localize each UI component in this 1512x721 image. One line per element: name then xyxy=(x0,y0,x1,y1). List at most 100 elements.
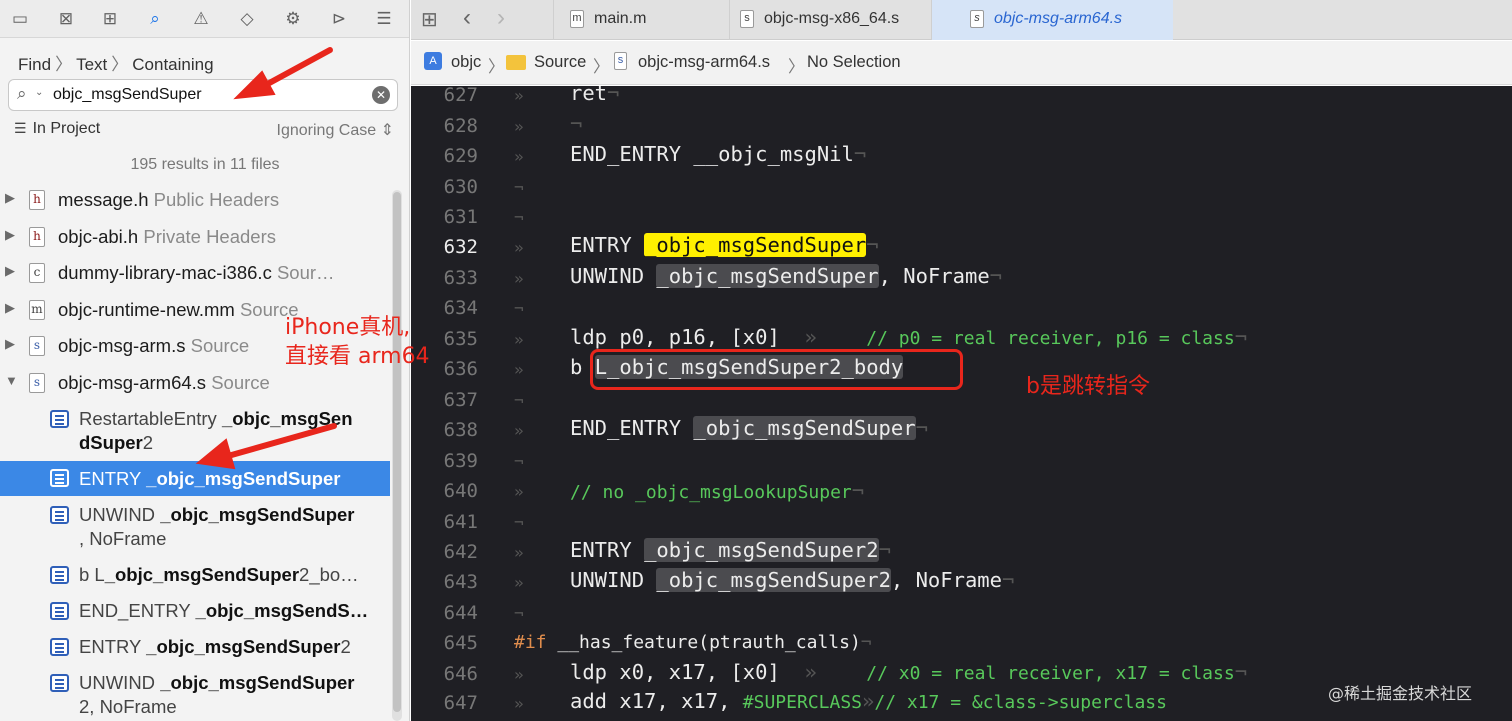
tab-label: objc-msg-x86_64.s xyxy=(764,10,900,27)
issue-icon[interactable]: ⚠ xyxy=(187,5,215,33)
scrollbar-thumb[interactable] xyxy=(393,192,401,712)
watermark: @稀土掘金技术社区 xyxy=(1328,684,1473,703)
code-line: add x17, x17, #SUPERCLASS»// x17 = &clas… xyxy=(570,689,1167,713)
line-number: 641 xyxy=(443,511,478,533)
newline-marker: ¬ xyxy=(607,86,620,105)
search-icon[interactable]: ⌕ xyxy=(17,84,27,104)
debug-icon[interactable]: ⚙ xyxy=(279,5,307,33)
line-number: 643 xyxy=(443,571,478,593)
back-icon[interactable]: ‹ xyxy=(463,4,471,32)
tab-main-m[interactable]: m main.m xyxy=(553,0,729,40)
match-row[interactable]: b L_objc_msgSendSuper2_bo… xyxy=(0,557,390,593)
report-icon[interactable]: ☰ xyxy=(370,5,398,33)
code-line: END_ENTRY _objc_msgSendSuper¬ xyxy=(570,416,928,440)
find-icon[interactable]: ⌕ xyxy=(141,5,169,33)
tab-objc-msg-x86-64[interactable]: s objc-msg-x86_64.s xyxy=(729,0,931,40)
disclosure-triangle-icon[interactable]: ▶ xyxy=(5,300,15,316)
results-summary: 195 results in 11 files xyxy=(130,156,280,173)
jumpbar-selection[interactable]: No Selection xyxy=(807,53,901,72)
folder-icon[interactable]: ▭ xyxy=(6,5,34,33)
file-group: Private Headers xyxy=(143,225,277,247)
breakpoint-icon[interactable]: ⊳ xyxy=(325,5,353,33)
symbol-icon[interactable]: ⊞ xyxy=(96,5,124,33)
newline-marker: ¬ xyxy=(514,299,524,318)
code-preprocessor: #if xyxy=(514,632,547,653)
file-name: message.h xyxy=(58,189,149,210)
match-row[interactable]: END_ENTRY _objc_msgSendS… xyxy=(0,593,390,629)
file-name: objc-msg-arm.s xyxy=(58,335,186,356)
match-highlight: dSuper xyxy=(79,432,143,453)
code-line: ENTRY _objc_msgSendSuper¬ xyxy=(570,233,879,257)
line-number: 629 xyxy=(443,145,478,167)
newline-marker: ¬ xyxy=(866,233,879,257)
match-row[interactable]: UNWIND _objc_msgSendSuper 2, NoFrame xyxy=(0,665,390,719)
file-group: Source xyxy=(211,371,270,393)
find-mode-breadcrumb[interactable]: Find 〉 Text 〉 Containing xyxy=(18,50,214,75)
source-control-icon[interactable]: ⊠ xyxy=(52,5,80,33)
search-input[interactable] xyxy=(53,82,363,108)
match-highlight: _objc_msgSendS… xyxy=(195,600,369,621)
match-row[interactable]: ENTRY _objc_msgSendSuper2 xyxy=(0,629,390,665)
objc-file-icon: m xyxy=(570,10,584,28)
clear-icon[interactable]: ✕ xyxy=(372,86,390,104)
code-line: END_ENTRY __objc_msgNil¬ xyxy=(570,142,866,166)
disclosure-triangle-icon[interactable]: ▶ xyxy=(5,336,15,352)
match-highlight: _objc_msgSendSuper xyxy=(146,468,341,489)
scope-selector[interactable]: ☰ In Project xyxy=(14,120,100,138)
code-keyword: ENTRY xyxy=(570,538,645,562)
result-file-row[interactable]: ▶ c dummy-library-mac-i386.c Sour… xyxy=(0,255,390,292)
match-highlight: _objc_msgSendSuper xyxy=(160,504,355,525)
find-mode-containing[interactable]: Containing xyxy=(132,55,213,75)
newline-marker: ¬ xyxy=(1002,568,1015,592)
jumpbar-group[interactable]: Source xyxy=(534,53,586,72)
match-suffix: , NoFrame xyxy=(79,528,167,549)
code-comment: // x17 = &class->superclass xyxy=(874,692,1167,713)
asm-file-icon: s xyxy=(614,52,627,70)
annotation-b-jump: b是跳转指令 xyxy=(1026,374,1150,399)
result-file-row[interactable]: ▶ h message.h Public Headers xyxy=(0,182,390,219)
code-text: __has_feature(ptrauth_calls) xyxy=(546,632,861,653)
newline-marker: ¬ xyxy=(860,632,872,653)
tab-bar: ⊞ ‹ › m main.m s objc-msg-x86_64.s s obj… xyxy=(411,0,1512,40)
match-highlight: _objc_msgSendSuper xyxy=(146,636,341,657)
tab-objc-msg-arm64[interactable]: s objc-msg-arm64.s xyxy=(931,0,1173,40)
objc-file-icon: m xyxy=(29,299,45,320)
tab-marker: » xyxy=(514,482,524,501)
code-line: ldp x0, x17, [x0] » // x0 = real receive… xyxy=(570,660,1247,684)
chevron-right-icon: 〉 xyxy=(111,55,129,74)
line-number: 644 xyxy=(443,602,478,624)
disclosure-triangle-icon[interactable]: ▶ xyxy=(5,263,15,279)
match-row[interactable]: RestartableEntry _objc_msgSen dSuper2 xyxy=(0,401,390,461)
result-file-row[interactable]: ▶ h objc-abi.h Private Headers xyxy=(0,219,390,256)
match-suffix: 2, NoFrame xyxy=(79,696,177,717)
source-editor[interactable]: 627 628 629 630 631 632 633 634 635 636 … xyxy=(411,86,1512,721)
related-items-icon[interactable]: ⊞ xyxy=(421,7,438,32)
forward-icon[interactable]: › xyxy=(497,4,505,32)
disclosure-triangle-icon[interactable]: ▶ xyxy=(5,227,15,243)
annotation-red-box xyxy=(590,349,963,390)
disclosure-triangle-icon[interactable]: ▶ xyxy=(5,190,15,206)
jumpbar-project[interactable]: objc xyxy=(451,53,481,72)
test-icon[interactable]: ◇ xyxy=(233,5,261,33)
disclosure-triangle-open-icon[interactable]: ▼ xyxy=(5,373,18,388)
newline-marker: ¬ xyxy=(514,178,524,197)
tab-marker: » xyxy=(514,238,524,257)
code-text: ret xyxy=(570,86,608,105)
jumpbar-file[interactable]: objc-msg-arm64.s xyxy=(638,53,770,72)
line-number: 628 xyxy=(443,115,478,137)
navigator-scrollbar[interactable] xyxy=(392,190,402,721)
code-line: ldp p0, p16, [x0] » // p0 = real receive… xyxy=(570,325,1247,349)
chevron-right-icon: 〉 xyxy=(593,58,610,76)
search-field[interactable]: ⌕ ⌄ ✕ xyxy=(8,79,398,111)
match-row-selected[interactable]: ENTRY _objc_msgSendSuper xyxy=(0,461,390,496)
match-prefix: UNWIND xyxy=(79,504,161,525)
file-name: objc-msg-arm64.s xyxy=(58,371,207,393)
line-number: 639 xyxy=(443,450,478,472)
match-row[interactable]: UNWIND _objc_msgSendSuper , NoFrame xyxy=(0,496,390,557)
case-selector[interactable]: Ignoring Case ⇕ xyxy=(277,120,394,140)
chevron-down-icon[interactable]: ⌄ xyxy=(35,87,43,98)
newline-marker: ¬ xyxy=(514,391,524,410)
find-mode-find[interactable]: Find xyxy=(18,55,51,75)
find-mode-text[interactable]: Text xyxy=(76,55,107,75)
asm-file-icon: s xyxy=(29,372,45,393)
